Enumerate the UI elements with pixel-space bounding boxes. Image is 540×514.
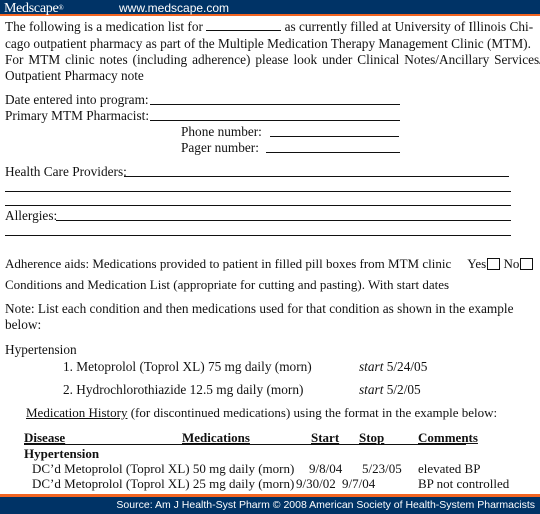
example-medication-2: 2. Hydrochlorothiazide 12.5 mg daily (mo… — [63, 382, 304, 397]
history-row-1-medication: DC’d Metoprolol (Toprol XL) 50 mg daily … — [32, 461, 295, 476]
start-label: start — [359, 359, 384, 374]
column-header-stop: Stop — [359, 430, 385, 445]
adherence-text: Adherence aids: Medications provided to … — [5, 256, 452, 271]
history-description: (for discontinued medications) using the… — [130, 405, 498, 420]
column-header-disease: Disease — [24, 430, 66, 445]
intro-line-4: Outpatient Pharmacy note — [5, 68, 144, 83]
column-header-medications: Medications — [182, 430, 250, 445]
example-condition: Hypertension — [5, 342, 77, 357]
providers-label: Health Care Providers: — [5, 164, 127, 179]
example-medication-1: 1. Metoprolol (Toprol XL) 75 mg daily (m… — [63, 359, 312, 374]
history-row-1-start: 9/8/04 — [309, 461, 343, 476]
intro-line-1: The following is a medication list for a… — [5, 19, 533, 35]
history-row-2-stop: 9/7/04 — [342, 476, 376, 491]
patient-name-blank[interactable] — [206, 19, 282, 31]
example-start-2: start 5/2/05 — [359, 382, 421, 398]
date-entered-label: Date entered into program: — [5, 92, 149, 107]
no-checkbox[interactable] — [520, 258, 534, 270]
providers-field-line-2[interactable] — [5, 191, 511, 192]
phone-label: Phone number: — [181, 124, 262, 139]
primary-pharmacist-field[interactable] — [150, 120, 400, 121]
start-label: start — [359, 382, 384, 397]
primary-pharmacist-label: Primary MTM Pharmacist: — [5, 108, 150, 123]
no-label: No — [503, 256, 520, 271]
providers-field-line-3[interactable] — [5, 205, 511, 206]
site-url-link[interactable]: www.medscape.com — [119, 0, 229, 16]
intro-line-2: cago outpatient pharmacy as part of the … — [5, 36, 531, 51]
column-header-start: Start — [311, 430, 340, 445]
start-date: 5/2/05 — [386, 382, 421, 397]
history-row-1-stop: 5/23/05 — [362, 461, 402, 476]
logo-text: Medscape — [4, 1, 59, 16]
history-title: Medication History — [26, 405, 128, 420]
conditions-heading: Conditions and Medication List (appropri… — [5, 277, 450, 292]
allergies-field-line-1[interactable] — [56, 220, 511, 221]
adherence-row: Adherence aids: Medications provided to … — [5, 256, 534, 272]
history-row-1-comment: elevated BP — [418, 461, 481, 476]
allergies-field-line-2[interactable] — [5, 235, 511, 236]
history-row-2-comment: BP not controlled — [418, 476, 510, 491]
providers-field-line-1[interactable] — [124, 176, 509, 177]
yes-label: Yes — [467, 256, 487, 271]
date-entered-field[interactable] — [150, 104, 400, 105]
pager-field[interactable] — [266, 152, 400, 153]
medscape-header: Medscape® www.medscape.com — [0, 0, 540, 16]
column-header-comments: Comments — [418, 430, 478, 445]
history-heading: Medication History (for discontinued med… — [26, 405, 497, 421]
table-header-rule — [24, 444, 466, 445]
history-row-2-start: 9/30/02 — [296, 476, 336, 491]
note-line-1: Note: List each condition and then medic… — [5, 301, 514, 316]
registered-mark: ® — [58, 4, 64, 12]
intro-text-before: The following is a medication list for — [5, 19, 203, 34]
intro-text-after: as currently filled at University of Ill… — [284, 19, 534, 34]
medscape-logo[interactable]: Medscape® — [4, 0, 64, 17]
start-date: 5/24/05 — [386, 359, 428, 374]
source-citation: Source: Am J Health-Syst Pharm © 2008 Am… — [116, 499, 535, 511]
history-row-2-medication: DC’d Metoprolol (Toprol XL) 25 mg daily … — [32, 476, 295, 491]
intro-line-3: For MTM clinic notes (including adherenc… — [5, 52, 540, 67]
allergies-label: Allergies: — [5, 208, 58, 223]
source-footer: Source: Am J Health-Syst Pharm © 2008 Am… — [0, 494, 540, 514]
pager-label: Pager number: — [181, 140, 259, 155]
phone-field[interactable] — [270, 136, 399, 137]
example-start-1: start 5/24/05 — [359, 359, 427, 375]
note-line-2: below: — [5, 317, 42, 332]
yes-checkbox[interactable] — [487, 258, 501, 270]
history-group-hypertension: Hypertension — [24, 446, 100, 461]
